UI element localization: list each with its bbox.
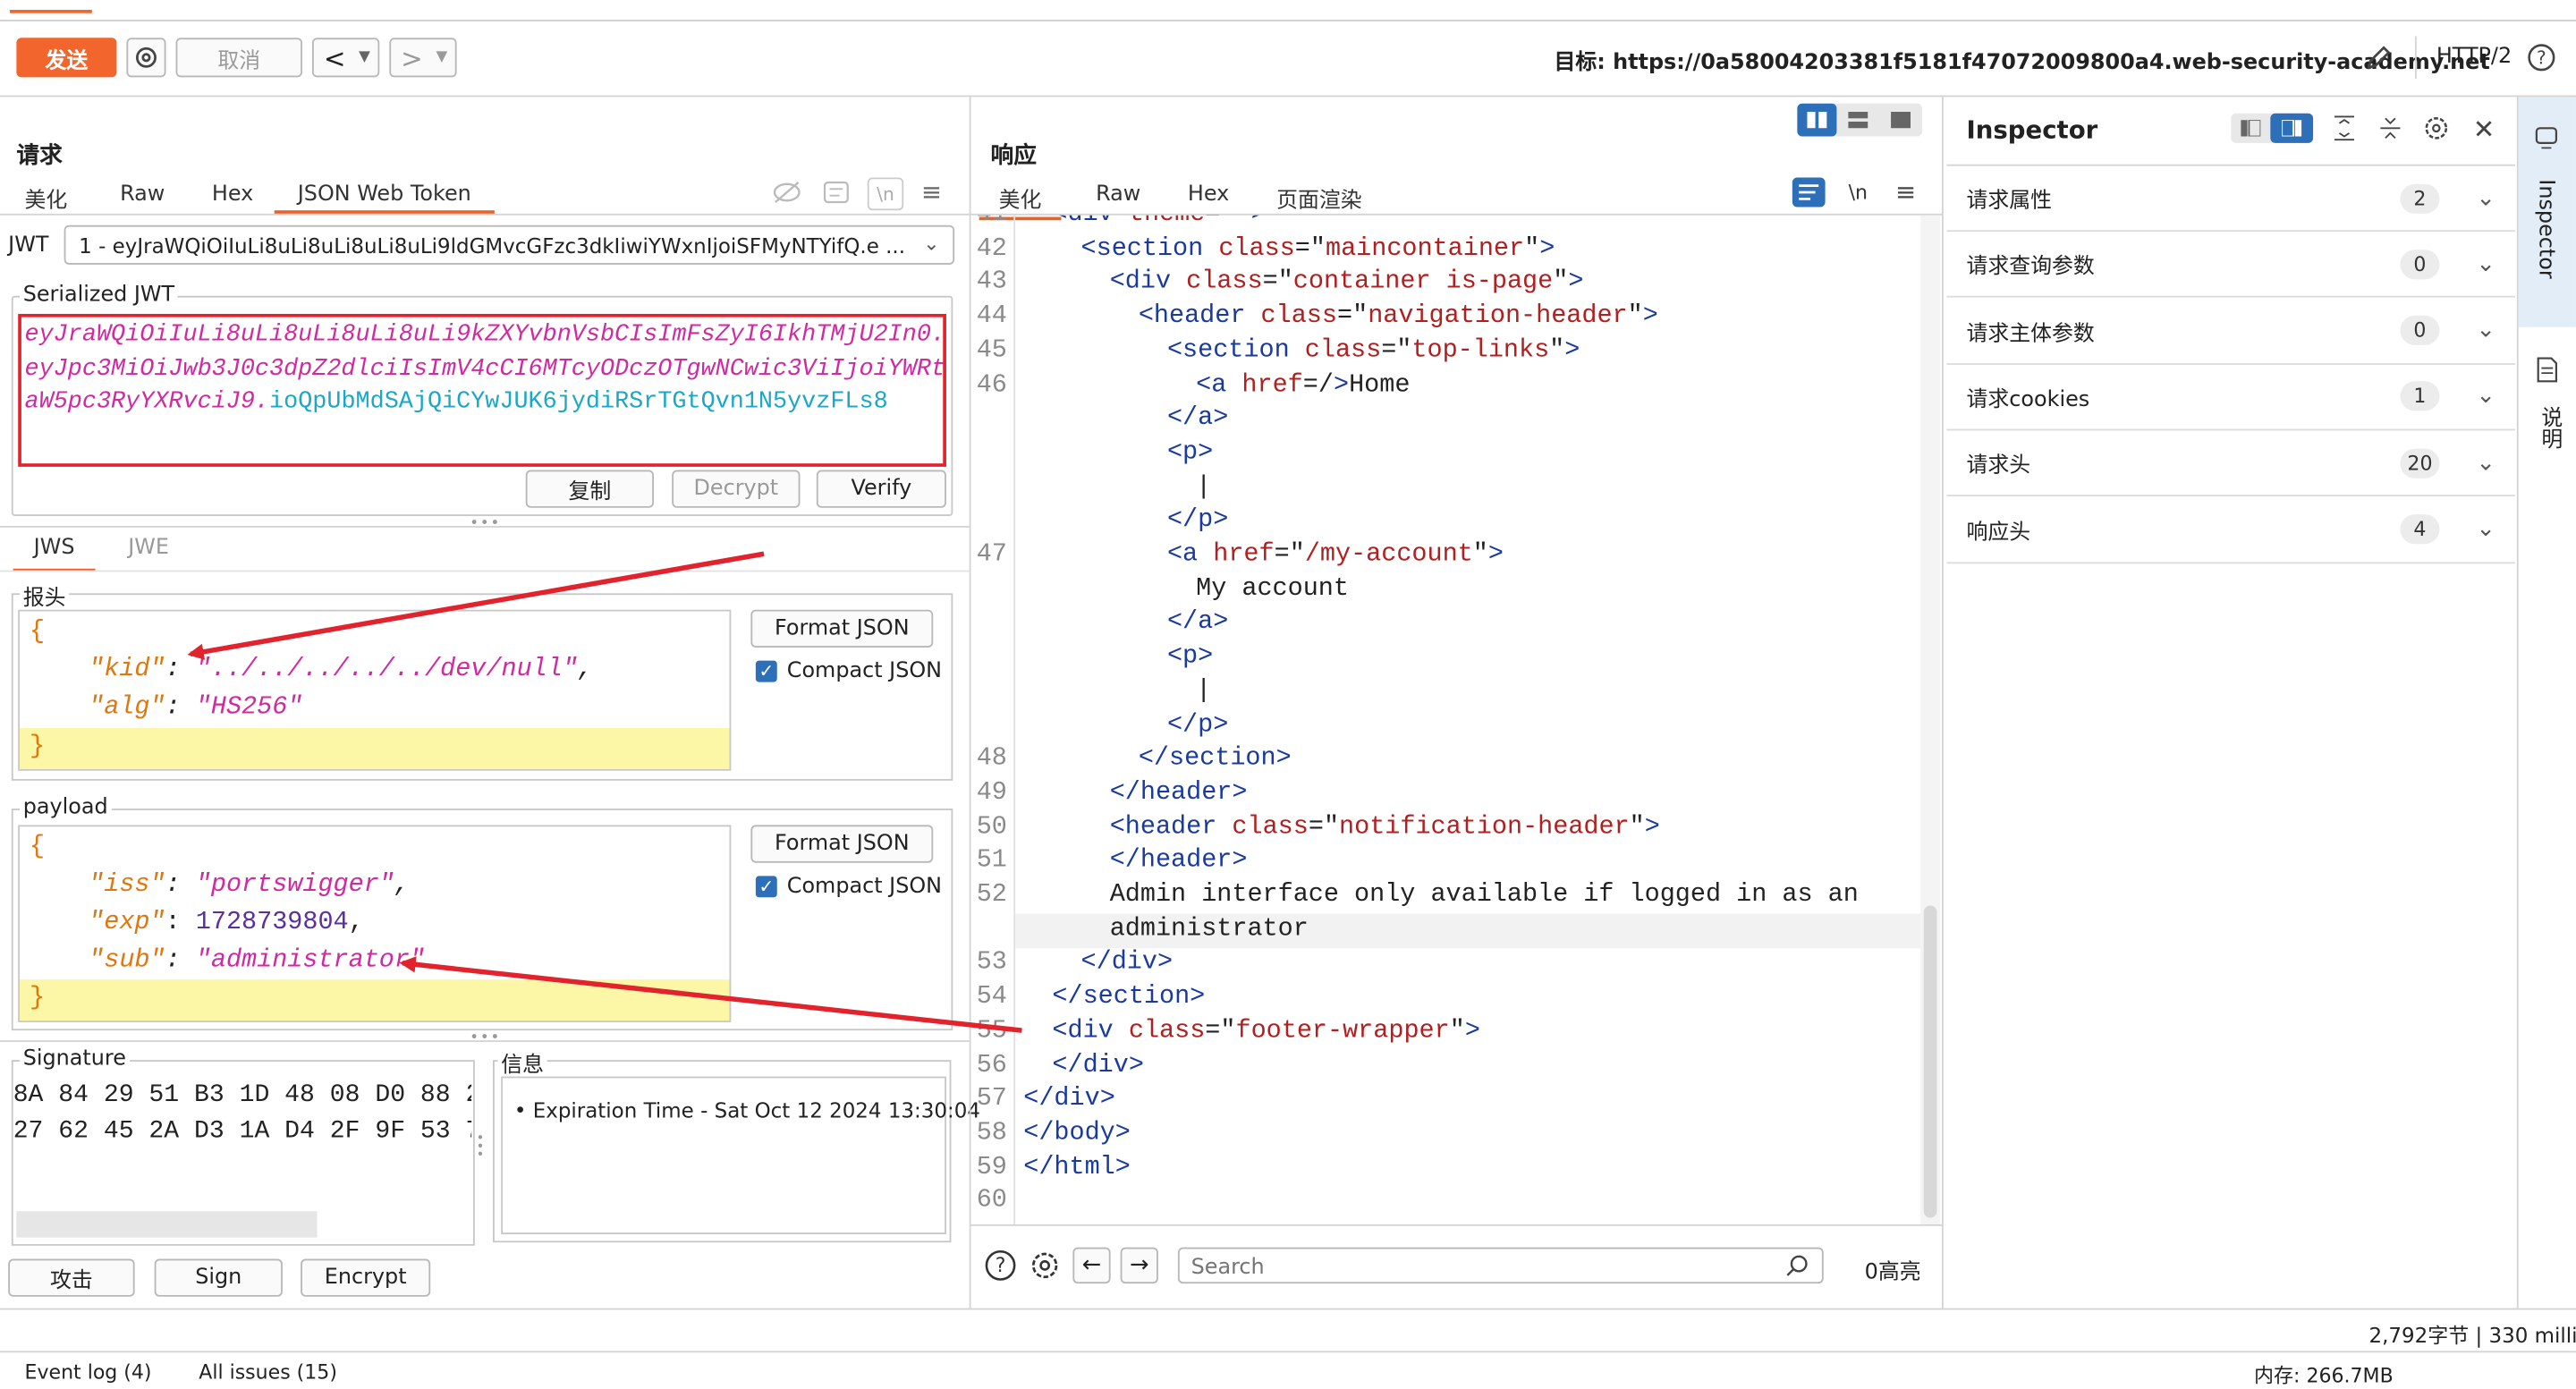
arrow-to-sub <box>399 956 1022 1033</box>
arrow-to-kid <box>187 551 765 660</box>
annotation-arrows <box>187 551 1022 1033</box>
